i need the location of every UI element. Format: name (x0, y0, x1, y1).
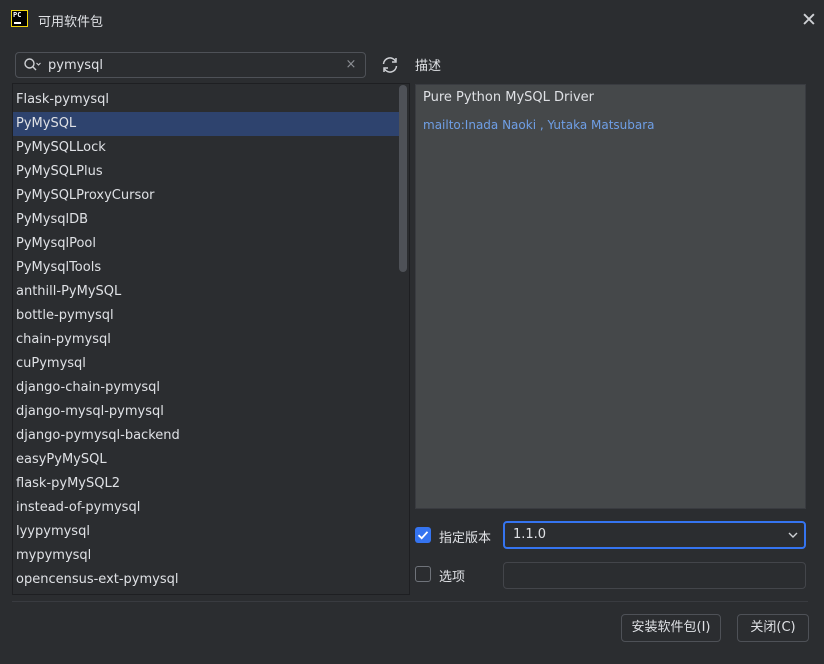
refresh-icon[interactable] (380, 55, 400, 75)
package-list[interactable]: opencensus-ext-pymysql mypymysql lyypymysq… (12, 83, 410, 595)
options-checkbox[interactable] (415, 566, 431, 582)
specify-version-checkbox[interactable] (415, 527, 431, 543)
package-list-item[interactable]: anthill-PyMySQL (13, 280, 401, 304)
version-select[interactable]: 1.1.0 (503, 521, 806, 549)
specify-version-label: 指定版本 (439, 531, 492, 546)
options-label: 选项 (439, 570, 466, 585)
package-list-item[interactable]: cuPymysql (13, 352, 401, 376)
title-bar: PC 可用软件包 ✕ (0, 0, 824, 40)
description-summary: Pure Python MySQL Driver (423, 90, 595, 105)
checkmark-icon (417, 531, 429, 540)
package-list-item[interactable]: instead-of-pymysql (13, 496, 401, 520)
description-panel: Pure Python MySQL Driver mailto:Inada Na… (415, 84, 806, 509)
close-button[interactable]: 关闭(C) (737, 614, 809, 642)
package-list-item[interactable]: mypymysql (13, 544, 401, 568)
package-list-item[interactable]: PyMySQLPlus (13, 160, 401, 184)
package-list-item[interactable]: opencensus-ext-pymysql (13, 568, 401, 592)
package-list-item[interactable]: flask-pyMySQL2 (13, 472, 401, 496)
package-list-item[interactable]: PyMysqlPool (13, 232, 401, 256)
package-list-item[interactable]: chain-pymysql (13, 328, 401, 352)
package-list-item[interactable]: PyMysqlTools (13, 256, 401, 280)
search-input[interactable] (48, 56, 338, 74)
package-list-item[interactable]: lyypymysql (13, 520, 401, 544)
package-list-item[interactable]: easyPyMySQL (13, 448, 401, 472)
search-field[interactable]: × (15, 52, 366, 78)
package-list-item[interactable]: django-mysql-pymysql (13, 400, 401, 424)
package-list-item[interactable]: PyMySQLProxyCursor (13, 184, 401, 208)
search-icon[interactable] (23, 57, 41, 73)
window-title: 可用软件包 (38, 15, 104, 30)
package-list-item[interactable]: django-pymysql-backend (13, 424, 401, 448)
package-list-item[interactable]: PyMySQL (13, 112, 401, 136)
pycharm-icon: PC (11, 10, 28, 27)
close-icon[interactable]: ✕ (798, 9, 820, 31)
description-label: 描述 (415, 59, 442, 74)
package-list-item[interactable]: bottle-pymysql (13, 304, 401, 328)
package-list-item[interactable]: PyMySQLLock (13, 136, 401, 160)
chevron-down-icon (788, 532, 798, 538)
package-list-item[interactable]: PyMysqlDB (13, 208, 401, 232)
divider (12, 601, 808, 602)
version-value: 1.1.0 (513, 527, 547, 542)
author-link[interactable]: mailto:Inada Naoki , Yutaka Matsubara (423, 118, 655, 132)
app-icon-text: PC (13, 11, 22, 19)
options-input[interactable] (503, 562, 806, 589)
scrollbar-thumb[interactable] (399, 85, 407, 272)
install-button[interactable]: 安装软件包(I) (621, 614, 721, 642)
clear-icon[interactable]: × (343, 57, 359, 73)
package-list-item[interactable]: django-chain-pymysql (13, 376, 401, 400)
package-list-item[interactable]: Flask-pymysql (13, 88, 401, 112)
